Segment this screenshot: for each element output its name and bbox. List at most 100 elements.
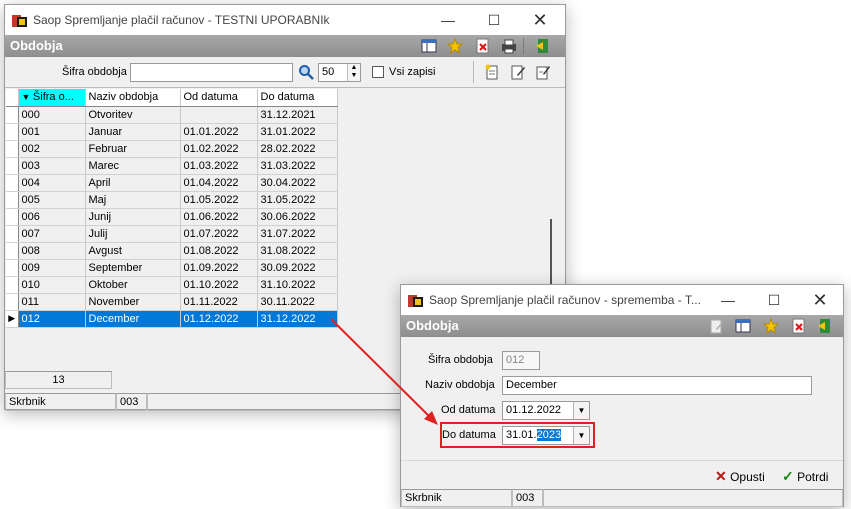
status-code: 003 — [116, 393, 147, 411]
row-indicator — [6, 276, 19, 294]
status-module: Skrbnik — [5, 393, 116, 411]
cell-sifra: 004 — [18, 174, 86, 192]
chevron-down-icon[interactable]: ▼ — [573, 402, 589, 419]
column-header-sifra[interactable]: ▼ Šifra o... — [18, 89, 86, 107]
cell-sifra: 007 — [18, 225, 86, 243]
new-record-icon[interactable] — [484, 64, 500, 80]
search-icon[interactable] — [298, 64, 314, 80]
table-row[interactable]: 002 Februar 01.02.2022 28.02.2022 — [6, 140, 338, 158]
search-input[interactable] — [130, 63, 293, 82]
all-records-label: Vsi zapisi — [389, 66, 436, 78]
column-header-do-datuma[interactable]: Do datuma — [257, 89, 338, 107]
app-icon — [408, 295, 423, 307]
cell-do-datuma: 30.06.2022 — [257, 208, 338, 226]
cell-naziv: Februar — [85, 140, 181, 158]
od-datuma-field[interactable]: 01.12.2022 ▼ — [502, 401, 590, 420]
edit-header-bar: Obdobja — [401, 315, 843, 337]
table-row[interactable]: 009 September 01.09.2022 30.09.2022 — [6, 259, 338, 277]
do-datuma-label: Do datuma — [442, 429, 496, 441]
cell-od-datuma: 01.11.2022 — [180, 293, 258, 311]
exit-icon[interactable] — [535, 38, 551, 54]
edit-record-icon[interactable] — [510, 64, 526, 80]
sifra-label: Šifra obdobja — [428, 354, 493, 366]
maximize-button[interactable]: ☐ — [751, 285, 797, 315]
delete-icon[interactable] — [791, 318, 807, 334]
cell-od-datuma: 01.08.2022 — [180, 242, 258, 260]
main-header-title: Obdobja — [10, 38, 63, 53]
cell-sifra: 003 — [18, 157, 86, 175]
edit-window-title: Saop Spremljanje plačil računov - spreme… — [429, 293, 701, 307]
main-window-title: Saop Spremljanje plačil računov - TESTNI… — [33, 13, 330, 27]
favorite-star-icon[interactable] — [763, 318, 779, 334]
minimize-button[interactable]: — — [425, 5, 471, 35]
search-label: Šifra obdobja — [62, 66, 127, 78]
delete-icon[interactable] — [475, 38, 491, 54]
favorite-star-icon[interactable] — [447, 38, 463, 54]
naziv-field[interactable]: December — [502, 376, 812, 395]
edit-title-bar[interactable]: Saop Spremljanje plačil računov - spreme… — [401, 285, 843, 315]
table-row[interactable]: 006 Junij 01.06.2022 30.06.2022 — [6, 208, 338, 226]
all-records-checkbox[interactable] — [372, 66, 384, 78]
record-count-value: 50 — [322, 66, 335, 78]
stepper-arrows-icon[interactable]: ▲ ▼ — [347, 64, 360, 81]
main-title-bar[interactable]: Saop Spremljanje plačil računov - TESTNI… — [5, 5, 565, 35]
maximize-button[interactable]: ☐ — [471, 5, 517, 35]
table-row[interactable]: 005 Maj 01.05.2022 31.05.2022 — [6, 191, 338, 209]
cancel-button[interactable]: ✕ Opusti — [715, 468, 765, 486]
cell-do-datuma: 30.09.2022 — [257, 259, 338, 277]
table-row[interactable]: 011 November 01.11.2022 30.11.2022 — [6, 293, 338, 311]
record-count-stepper[interactable]: 50 ▲ ▼ — [318, 63, 361, 82]
confirm-button[interactable]: ✓ Potrdi — [782, 468, 828, 486]
table-row[interactable]: 001 Januar 01.01.2022 31.01.2022 — [6, 123, 338, 141]
cell-sifra: 010 — [18, 276, 86, 294]
table-row[interactable]: 007 Julij 01.07.2022 31.07.2022 — [6, 225, 338, 243]
od-datuma-value: 01.12.2022 — [506, 404, 562, 416]
cell-od-datuma: 01.12.2022 — [180, 310, 258, 328]
confirm-check-icon: ✓ — [782, 468, 794, 484]
table-row[interactable]: 003 Marec 01.03.2022 31.03.2022 — [6, 157, 338, 175]
table-row[interactable]: 004 April 01.04.2022 30.04.2022 — [6, 174, 338, 192]
cell-do-datuma: 30.04.2022 — [257, 174, 338, 192]
row-indicator — [6, 242, 19, 260]
cell-od-datuma: 01.05.2022 — [180, 191, 258, 209]
edit-form: Šifra obdobja 012 Naziv obdobja December… — [401, 337, 843, 461]
record-count-status: 13 — [5, 371, 112, 389]
row-indicator: ▶ — [6, 310, 19, 328]
copy-record-icon[interactable] — [535, 64, 551, 80]
column-header-od-datuma[interactable]: Od datuma — [180, 89, 258, 107]
close-button[interactable]: ✕ — [797, 285, 843, 315]
do-datuma-field[interactable]: 31.01.2023 ▼ — [502, 426, 590, 445]
cell-do-datuma: 31.03.2022 — [257, 157, 338, 175]
sort-desc-icon: ▼ — [21, 92, 33, 103]
cell-od-datuma — [180, 106, 258, 124]
cell-sifra: 000 — [18, 106, 86, 124]
table-row[interactable]: ▶ 012 December 01.12.2022 31.12.2022 — [6, 310, 338, 328]
cell-do-datuma: 31.07.2022 — [257, 225, 338, 243]
chevron-down-icon[interactable]: ▼ — [573, 427, 589, 444]
exit-icon[interactable] — [817, 318, 833, 334]
print-icon[interactable] — [501, 38, 517, 54]
table-row[interactable]: 000 Otvoritev 31.12.2021 — [6, 106, 338, 124]
table-row[interactable]: 008 Avgust 01.08.2022 31.08.2022 — [6, 242, 338, 260]
minimize-button[interactable]: — — [705, 285, 751, 315]
cancel-label: Opusti — [730, 470, 765, 484]
cell-sifra: 001 — [18, 123, 86, 141]
cell-naziv: Avgust — [85, 242, 181, 260]
toolbar-separator — [523, 38, 524, 54]
columns-icon[interactable] — [421, 38, 437, 54]
cell-do-datuma: 28.02.2022 — [257, 140, 338, 158]
table-row[interactable]: 010 Oktober 01.10.2022 31.10.2022 — [6, 276, 338, 294]
cell-od-datuma: 01.02.2022 — [180, 140, 258, 158]
columns-icon[interactable] — [735, 318, 751, 334]
table-header-row: ▼ Šifra o... Naziv obdobja Od datuma Do … — [6, 89, 338, 107]
cell-do-datuma: 31.12.2021 — [257, 106, 338, 124]
row-indicator — [6, 140, 19, 158]
status-code: 003 — [512, 489, 543, 507]
cell-naziv: Junij — [85, 208, 181, 226]
cell-naziv: December — [85, 310, 181, 328]
do-datuma-value-prefix: 31.01. — [506, 429, 537, 441]
cell-do-datuma: 31.01.2022 — [257, 123, 338, 141]
column-header-naziv[interactable]: Naziv obdobja — [85, 89, 181, 107]
cell-sifra: 005 — [18, 191, 86, 209]
close-button[interactable]: ✕ — [517, 5, 563, 35]
